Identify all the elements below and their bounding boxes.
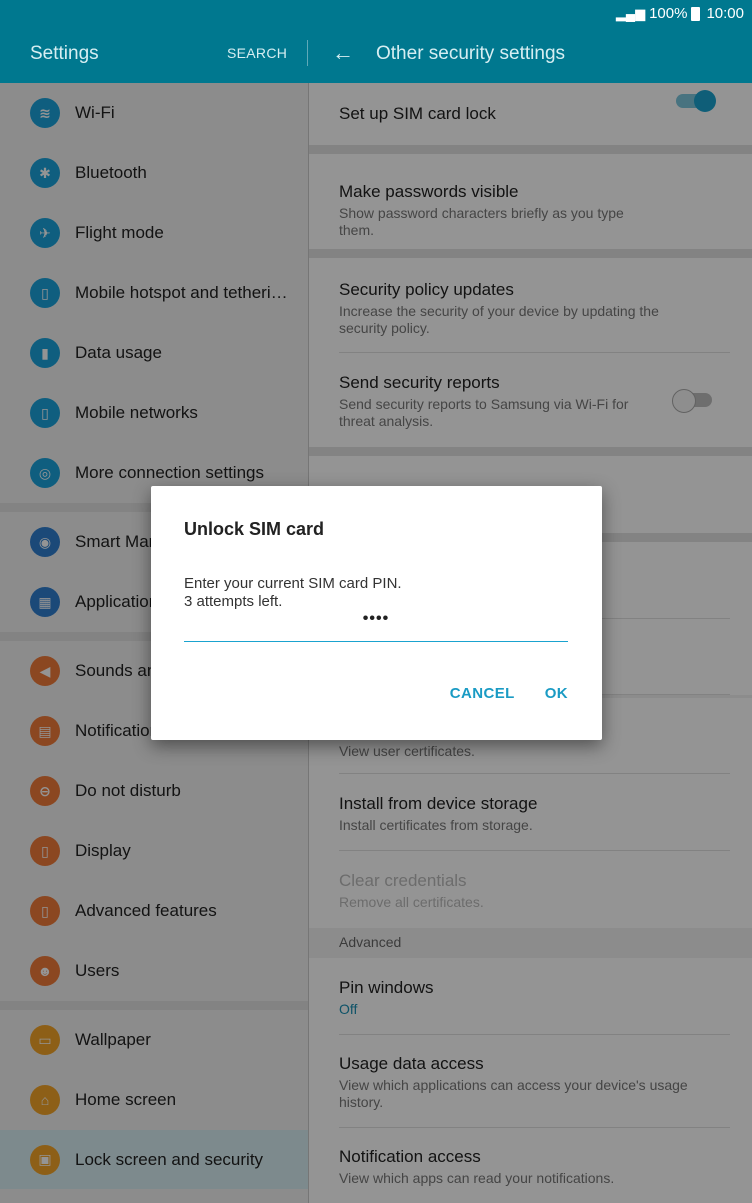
ok-button[interactable]: OK [545, 685, 568, 702]
back-arrow-icon[interactable]: ← [332, 40, 354, 66]
app-bar: Settings SEARCH ← Other security setting… [0, 28, 752, 83]
page-title: Other security settings [376, 43, 566, 64]
dialog-title: Unlock SIM card [184, 519, 325, 539]
clock: 10:00 [706, 5, 744, 22]
battery-icon [691, 6, 701, 21]
settings-title: Settings [30, 43, 99, 64]
status-bar: ▂▄▆ 100% 10:00 [0, 0, 752, 28]
cancel-button[interactable]: CANCEL [450, 685, 515, 702]
dialog-message-line: Enter your current SIM card PIN. [184, 575, 402, 592]
pin-input[interactable]: •••• [184, 610, 568, 642]
appbar-divider [307, 40, 308, 66]
search-button[interactable]: SEARCH [227, 45, 287, 61]
battery-percent: 100% [649, 5, 688, 22]
dialog-attempts-line: 3 attempts left. [184, 593, 283, 610]
dialog-message: Enter your current SIM card PIN. 3 attem… [184, 575, 402, 611]
unlock-sim-dialog: Unlock SIM card Enter your current SIM c… [151, 486, 602, 740]
signal-icon: ▂▄▆ [615, 5, 646, 21]
